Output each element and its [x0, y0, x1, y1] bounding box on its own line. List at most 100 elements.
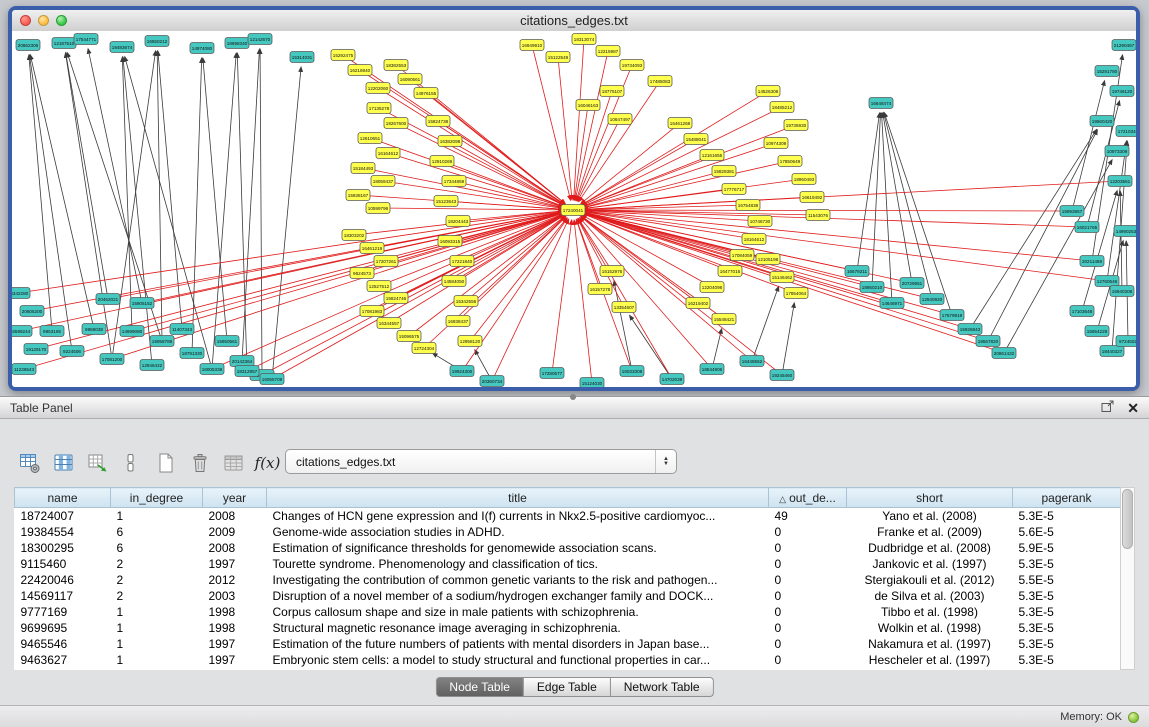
- table-cell[interactable]: Disruption of a novel member of a sodium…: [267, 588, 769, 604]
- graph-node[interactable]: 18059437: [371, 176, 395, 187]
- graph-node[interactable]: 20360734: [480, 376, 504, 387]
- table-cell[interactable]: 49: [769, 508, 847, 524]
- graph-node[interactable]: 20605200: [20, 306, 44, 317]
- graph-node[interactable]: 16949910: [520, 40, 544, 51]
- graph-node[interactable]: 15152976: [600, 266, 624, 277]
- table-cell[interactable]: 0: [769, 524, 847, 540]
- graph-node[interactable]: 16754838: [736, 200, 760, 211]
- import-table-button[interactable]: [220, 450, 247, 477]
- graph-edge[interactable]: [24, 213, 563, 369]
- graph-node[interactable]: 17850649: [778, 156, 802, 167]
- column-header-pagerank[interactable]: pagerank: [1013, 488, 1121, 508]
- table-cell[interactable]: Embryonic stem cells: a model to study s…: [267, 652, 769, 668]
- table-cell[interactable]: Stergiakouli et al. (2012): [847, 572, 1013, 588]
- graph-edge[interactable]: [712, 329, 722, 369]
- graph-node[interactable]: 10599796: [366, 203, 390, 214]
- graph-node[interactable]: 17485083: [648, 76, 672, 87]
- graph-node[interactable]: 16093315: [438, 236, 462, 247]
- graph-node[interactable]: 20729551: [900, 278, 924, 289]
- graph-node[interactable]: 17776717: [722, 184, 746, 195]
- graph-node[interactable]: 19734093: [620, 60, 644, 71]
- table-source-dropdown[interactable]: citations_edges.txt ▲ ▼: [285, 449, 677, 474]
- graph-node[interactable]: 18382553: [384, 60, 408, 71]
- graph-node[interactable]: 12203561: [1108, 176, 1132, 187]
- graph-node[interactable]: 19129170: [24, 344, 48, 355]
- table-cell[interactable]: 5.3E-5: [1013, 556, 1121, 572]
- graph-edge[interactable]: [492, 219, 569, 381]
- graph-node[interactable]: 16648474: [869, 98, 893, 109]
- graph-node[interactable]: 16216940: [348, 65, 372, 76]
- graph-node[interactable]: 16448562: [740, 356, 764, 367]
- table-row[interactable]: 977716911998Corpus callosum shape and si…: [15, 604, 1121, 620]
- graph-node[interactable]: 12187510: [52, 38, 76, 49]
- float-panel-icon[interactable]: [1100, 399, 1115, 417]
- graph-edge[interactable]: [582, 213, 1004, 353]
- graph-edge[interactable]: [272, 67, 301, 379]
- table-cell[interactable]: 1: [111, 508, 203, 524]
- graph-node[interactable]: 15096575: [397, 331, 421, 342]
- graph-node[interactable]: 12202060: [366, 83, 390, 94]
- row-height-button[interactable]: [118, 450, 145, 477]
- graph-node[interactable]: 12940920: [920, 294, 944, 305]
- graph-edge[interactable]: [883, 113, 912, 283]
- column-header-title[interactable]: title: [267, 488, 769, 508]
- graph-node[interactable]: 16157278: [588, 284, 612, 295]
- table-cell[interactable]: Estimation of the future numbers of pati…: [267, 636, 769, 652]
- graph-edge[interactable]: [112, 51, 156, 359]
- close-window-button[interactable]: [20, 15, 31, 26]
- table-cell[interactable]: Yano et al. (2008): [847, 508, 1013, 524]
- graph-node[interactable]: 9624573: [350, 268, 374, 279]
- graph-node[interactable]: 16033308: [620, 366, 644, 377]
- graph-node[interactable]: 16021765: [1075, 222, 1099, 233]
- graph-edge[interactable]: [882, 113, 892, 303]
- table-cell[interactable]: 9115460: [15, 556, 111, 572]
- graph-node[interactable]: 15950561: [215, 336, 239, 347]
- graph-node[interactable]: 17280577: [540, 368, 564, 379]
- close-panel-icon[interactable]: ✕: [1127, 401, 1139, 415]
- graph-node[interactable]: 10973309: [1105, 146, 1129, 157]
- function-builder-button[interactable]: f(x): [254, 450, 281, 477]
- graph-node[interactable]: 15122549: [546, 52, 570, 63]
- graph-edge[interactable]: [66, 53, 112, 359]
- graph-node[interactable]: 20462021: [96, 294, 120, 305]
- graph-node[interactable]: 17081200: [100, 354, 124, 365]
- graph-node[interactable]: 9724502: [1116, 336, 1136, 347]
- graph-node[interactable]: 18544906: [700, 364, 724, 375]
- table-cell[interactable]: Structural magnetic resonance image aver…: [267, 620, 769, 636]
- graph-edge[interactable]: [614, 281, 632, 371]
- table-cell[interactable]: 9777169: [15, 604, 111, 620]
- graph-node[interactable]: 17207261: [374, 256, 398, 267]
- graph-node[interactable]: 15291780: [1095, 66, 1119, 77]
- table-row[interactable]: 1872400712008Changes of HCN gene express…: [15, 508, 1121, 524]
- graph-edge[interactable]: [1120, 191, 1122, 291]
- table-cell[interactable]: 0: [769, 540, 847, 556]
- graph-node[interactable]: 18267600: [384, 118, 408, 129]
- graph-nodes[interactable]: 1724004115292475162169401220206018382553…: [12, 34, 1136, 388]
- graph-node[interactable]: 18303202: [342, 230, 366, 241]
- table-cell[interactable]: 0: [769, 652, 847, 668]
- graph-node[interactable]: 18440327: [1100, 346, 1124, 357]
- table-cell[interactable]: 0: [769, 620, 847, 636]
- graph-node[interactable]: 16342280: [12, 288, 30, 299]
- graph-node[interactable]: 15829381: [712, 166, 736, 177]
- graph-node[interactable]: 17344859: [442, 176, 466, 187]
- graph-node[interactable]: 12724304: [412, 343, 436, 354]
- graph-node[interactable]: 15123643: [434, 196, 458, 207]
- graph-node[interactable]: 15146462: [770, 272, 794, 283]
- table-cell[interactable]: 19384554: [15, 524, 111, 540]
- graph-node[interactable]: 17854064: [784, 288, 808, 299]
- table-cell[interactable]: 5.6E-5: [1013, 524, 1121, 540]
- graph-node[interactable]: 15292475: [331, 50, 355, 61]
- graph-node[interactable]: 19483674: [110, 42, 134, 53]
- table-cell[interactable]: Changes of HCN gene expression and I(f) …: [267, 508, 769, 524]
- graph-node[interactable]: 11543076: [806, 210, 830, 221]
- graph-node[interactable]: 14646971: [880, 298, 904, 309]
- column-header-in-degree[interactable]: in_degree: [111, 488, 203, 508]
- graph-edge[interactable]: [142, 212, 563, 303]
- graph-edge[interactable]: [857, 113, 880, 271]
- graph-edge[interactable]: [574, 220, 592, 383]
- graph-node[interactable]: 16344557: [377, 318, 401, 329]
- graph-node[interactable]: 10647497: [608, 114, 632, 125]
- graph-node[interactable]: 19735930: [784, 120, 808, 131]
- graph-edge[interactable]: [574, 39, 584, 200]
